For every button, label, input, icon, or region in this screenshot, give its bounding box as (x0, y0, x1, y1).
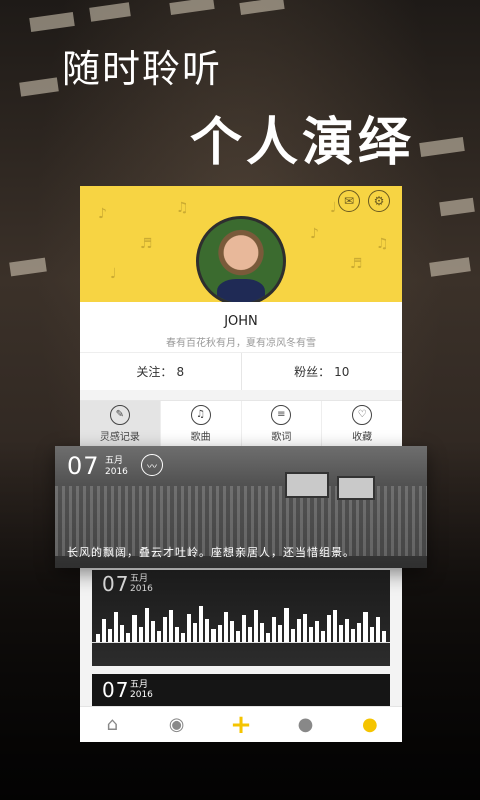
tab-favorites[interactable]: ♡ 收藏 (321, 401, 402, 446)
waveform-bar (144, 607, 149, 642)
waveform-bar (217, 624, 222, 642)
tab-songs[interactable]: ♫ 歌曲 (159, 401, 241, 446)
record-card[interactable]: 07 五月 2016 (92, 570, 390, 666)
heart-icon: ♡ (352, 404, 373, 425)
waveform-bar (345, 619, 350, 642)
waveform-bar (284, 607, 289, 642)
avatar[interactable] (196, 216, 286, 306)
compass-icon[interactable]: ◉ (144, 707, 208, 742)
user-motto: 春有百花秋有月，夏有凉风冬有雪 (166, 338, 316, 349)
followers-stat[interactable]: 粉丝： 10 (240, 353, 403, 390)
bottom-nav: ⌂ ◉ + ● ● (80, 706, 402, 742)
record-day: 07 (102, 678, 130, 702)
waveform-bar (156, 630, 161, 642)
tab-lyrics[interactable]: ≡ 歌词 (240, 401, 322, 446)
waveform-bar (363, 611, 368, 642)
waveform-bar (138, 626, 143, 642)
waveform-bar (96, 634, 101, 642)
waveform-bar (132, 615, 137, 642)
waveform-bar (290, 628, 295, 642)
featured-record-card[interactable]: 07 五月 2016 〰 长风的飘阔，叠云才吐岭。座想亲居人，还当惜组景。 (55, 446, 427, 568)
home-icon[interactable]: ⌂ (80, 707, 144, 742)
record-card[interactable]: 07 五月 2016 (92, 674, 390, 708)
waveform-bar (108, 628, 113, 642)
tab-label: 灵感记录 (99, 431, 140, 443)
stats-bar: 关注： 8 粉丝： 10 (80, 352, 402, 390)
waveform-bar (296, 619, 301, 642)
user-name: JOHN (224, 314, 258, 329)
followers-label: 粉丝： (294, 365, 331, 379)
waveform-bar (339, 624, 344, 642)
music-note-icon: ♫ (190, 404, 211, 425)
waveform-bar (369, 626, 374, 642)
record-year: 2016 (130, 690, 153, 700)
profile-info: JOHN 春有百花秋有月，夏有凉风冬有雪 (80, 302, 402, 352)
bulb-icon[interactable]: ● (273, 707, 337, 742)
lyrics-icon: ≡ (271, 404, 292, 425)
waveform-bar (381, 630, 386, 642)
waveform-bar (229, 621, 234, 642)
waveform-bar (205, 619, 210, 642)
waveform-bar (260, 623, 265, 642)
waveform-bar (266, 632, 271, 642)
add-icon[interactable]: + (209, 707, 273, 742)
waveform-bar (168, 609, 174, 642)
waveform-bar (320, 630, 325, 642)
waveform-bar (102, 619, 107, 642)
waveform-bar (314, 621, 319, 642)
record-year: 2016 (130, 584, 153, 594)
waveform-bar (272, 617, 277, 642)
gear-icon[interactable]: ⚙ (368, 190, 390, 212)
waveform-bar (235, 630, 240, 642)
waveform-bar (308, 626, 313, 642)
waveform-bar (162, 617, 167, 642)
waveform-bar (181, 632, 186, 642)
waveform-bar (193, 623, 198, 642)
waveform-bar (357, 623, 362, 642)
edit-icon: ✎ (109, 404, 130, 425)
waveform-bar (333, 609, 338, 642)
following-stat[interactable]: 关注： 8 (80, 353, 241, 390)
waveform-bar (187, 613, 192, 642)
tab-inspiration[interactable]: ✎ 灵感记录 (80, 401, 160, 446)
record-caption: 长风的飘阔，叠云才吐岭。座想亲居人，还当惜组景。 (67, 546, 355, 559)
profile-header: ♪ ♬ ♩ ♫ ♪ ♬ ♩ ♫ ✉ ⚙ (80, 186, 402, 306)
record-day: 07 (102, 572, 130, 596)
waveform-bar (241, 615, 246, 642)
slogan-line-1: 随时聆听 (62, 47, 223, 91)
profile-icon[interactable]: ● (338, 707, 402, 742)
following-count: 8 (176, 364, 185, 379)
audio-wave-icon[interactable]: 〰 (141, 454, 163, 476)
following-label: 关注： (136, 365, 173, 379)
record-year: 2016 (105, 467, 128, 477)
waveform-bar (254, 609, 259, 642)
waveform-bar (120, 624, 125, 642)
tab-label: 歌曲 (190, 431, 211, 443)
record-day: 07 (67, 452, 100, 480)
waveform-bar (126, 632, 131, 642)
waveform-bar (175, 626, 180, 642)
waveform-bar (247, 626, 253, 642)
waveform-bar (278, 624, 283, 642)
waveform-bar (375, 617, 380, 642)
waveform-bar (302, 613, 307, 642)
waveform-bar (326, 615, 332, 642)
tab-label: 歌词 (271, 431, 292, 443)
app-screen: ♪ ♬ ♩ ♫ ♪ ♬ ♩ ♫ ✉ ⚙ JOHN 春有百花秋有月，夏有凉风冬有雪… (55, 186, 427, 742)
waveform-bar (351, 628, 356, 642)
audio-waveform (92, 604, 390, 642)
mailbox-icon[interactable]: ✉ (338, 190, 360, 212)
record-month: 五月 (105, 456, 124, 466)
profile-tabs: ✎ 灵感记录 ♫ 歌曲 ≡ 歌词 ♡ 收藏 (80, 400, 402, 446)
slogan-line-2: 个人演绎 (190, 113, 415, 173)
waveform-bar (150, 621, 155, 642)
waveform-bar (114, 611, 119, 642)
waveform-bar (211, 628, 216, 642)
tab-label: 收藏 (352, 431, 373, 443)
followers-count: 10 (334, 364, 350, 379)
waveform-bar (223, 611, 228, 642)
waveform-bar (199, 605, 204, 642)
